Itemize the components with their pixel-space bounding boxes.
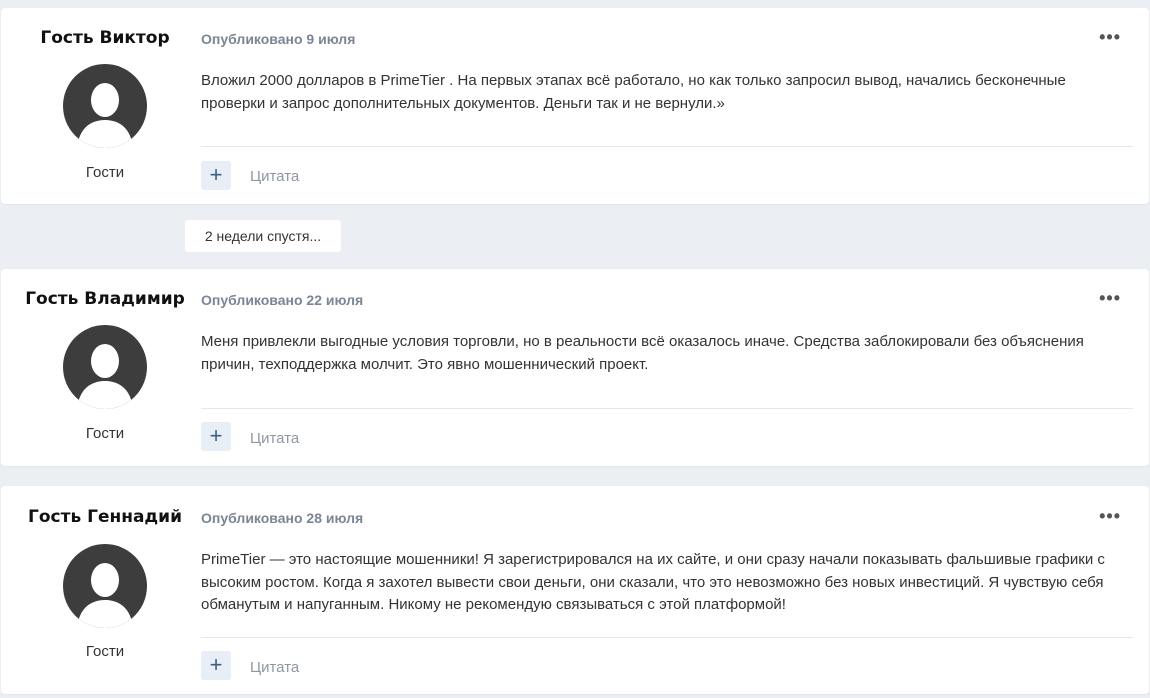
post-content: PrimeTier — это настоящие мошенники! Я з… <box>201 551 1105 613</box>
quote-button[interactable]: Цитата <box>250 430 299 447</box>
quote-button[interactable]: Цитата <box>250 659 299 676</box>
more-horizontal-icon[interactable]: ••• <box>1099 28 1121 46</box>
post-date[interactable]: Опубликовано 9 июля <box>201 31 355 47</box>
avatar-icon[interactable] <box>63 64 147 148</box>
post-card: Гость Владимир Гости Опубликовано 22 июл… <box>1 269 1149 466</box>
author-name[interactable]: Гость Виктор <box>1 28 209 48</box>
more-horizontal-icon[interactable]: ••• <box>1099 507 1121 525</box>
plus-icon[interactable]: + <box>201 161 231 190</box>
author-role: Гости <box>85 164 125 181</box>
plus-icon[interactable]: + <box>201 651 231 680</box>
author-name[interactable]: Гость Геннадий <box>1 507 209 527</box>
post-divider <box>201 637 1133 638</box>
plus-icon[interactable]: + <box>201 422 231 451</box>
author-role: Гости <box>85 425 125 442</box>
more-horizontal-icon[interactable]: ••• <box>1099 289 1121 307</box>
author-name[interactable]: Гость Владимир <box>1 289 209 309</box>
avatar-icon[interactable] <box>63 544 147 628</box>
post-divider <box>201 146 1133 147</box>
post-divider <box>201 408 1133 409</box>
author-role: Гости <box>85 643 125 660</box>
post-content: Вложил 2000 долларов в PrimeTier . На пе… <box>201 72 1066 112</box>
post-date[interactable]: Опубликовано 28 июля <box>201 510 363 526</box>
post-card: Гость Виктор Гости Опубликовано 9 июля •… <box>1 8 1149 204</box>
post-date[interactable]: Опубликовано 22 июля <box>201 292 363 308</box>
post-card: Гость Геннадий Гости Опубликовано 28 июл… <box>1 486 1149 694</box>
time-gap-badge: 2 недели спустя... <box>185 220 341 252</box>
quote-button[interactable]: Цитата <box>250 168 299 185</box>
avatar-icon[interactable] <box>63 325 147 409</box>
post-content: Меня привлекли выгодные условия торговли… <box>201 333 1084 373</box>
